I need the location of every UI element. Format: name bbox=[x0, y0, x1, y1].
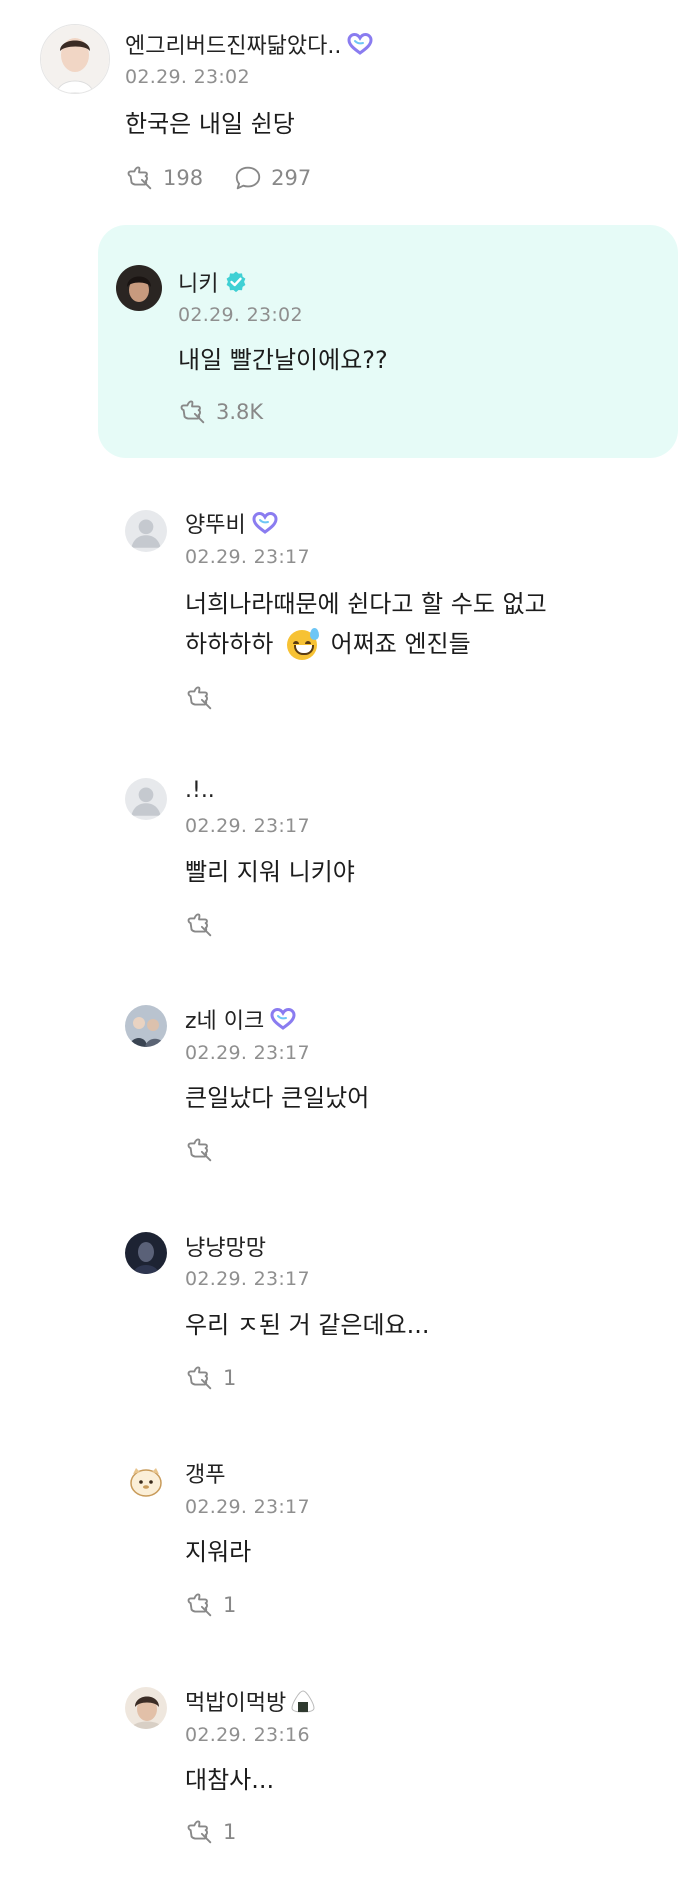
avatar[interactable] bbox=[116, 265, 162, 311]
comment-actions bbox=[185, 910, 253, 940]
reply-text: 내일 빨간날이에요?? bbox=[178, 346, 388, 374]
heart-badge-icon bbox=[252, 511, 278, 535]
comment-date: 02.29. 23:17 bbox=[185, 546, 310, 568]
like-button[interactable]: 1 bbox=[185, 1817, 236, 1847]
comment-button[interactable]: 297 bbox=[233, 163, 311, 193]
avatar[interactable] bbox=[125, 1232, 167, 1274]
comment-text: 너희나라때문에 쉰다고 할 수도 없고 하하하하 어쩌죠 엔진들 bbox=[185, 584, 547, 664]
post-text: 한국은 내일 쉰당 bbox=[125, 110, 295, 138]
default-avatar-icon bbox=[125, 510, 167, 552]
comment-actions: 1 bbox=[185, 1817, 266, 1847]
author-name: 먹밥이먹방 bbox=[185, 1691, 287, 1716]
comment-actions bbox=[185, 1135, 253, 1165]
comment-text: 지워라 bbox=[185, 1538, 252, 1566]
like-count: 1 bbox=[223, 1366, 237, 1390]
avatar[interactable] bbox=[125, 1005, 167, 1047]
comment-text: 우리 ㅈ된 거 같은데요... bbox=[185, 1311, 430, 1339]
like-icon bbox=[185, 1135, 215, 1165]
reply-date: 02.29. 23:02 bbox=[178, 304, 303, 326]
heart-badge-icon bbox=[270, 1007, 296, 1031]
like-button[interactable] bbox=[185, 910, 223, 940]
heart-badge-icon bbox=[347, 32, 373, 56]
comment-actions bbox=[185, 683, 253, 713]
comment-date: 02.29. 23:17 bbox=[185, 1042, 310, 1064]
avatar[interactable] bbox=[125, 1687, 167, 1729]
comment-actions: 1 bbox=[185, 1590, 266, 1620]
like-count: 198 bbox=[163, 166, 204, 190]
author-name: .!.. bbox=[185, 778, 215, 803]
comment-icon bbox=[233, 163, 263, 193]
reply-author[interactable]: 니키 bbox=[178, 266, 248, 298]
comment-author[interactable]: z네 이크 bbox=[185, 1003, 296, 1035]
verified-icon bbox=[227, 271, 246, 293]
author-name: z네 이크 bbox=[185, 1009, 265, 1034]
like-button[interactable]: 1 bbox=[185, 1363, 236, 1393]
author-name: 엔그리버드진짜닮았다.. bbox=[125, 34, 342, 59]
like-count: 3.8K bbox=[216, 400, 264, 424]
like-icon bbox=[185, 1590, 215, 1620]
comment-text: 큰일났다 큰일났어 bbox=[185, 1084, 370, 1112]
like-icon bbox=[185, 1363, 215, 1393]
comment-author[interactable]: .!.. bbox=[185, 778, 215, 803]
like-icon bbox=[185, 683, 215, 713]
post-author[interactable]: 엔그리버드진짜닮았다.. bbox=[125, 28, 373, 60]
author-name: 갱푸 bbox=[185, 1463, 226, 1488]
sweat-smile-emoji-icon bbox=[286, 628, 319, 660]
default-avatar-icon bbox=[125, 778, 167, 820]
comment-text: 빨리 지워 니키야 bbox=[185, 858, 355, 886]
post-date: 02.29. 23:02 bbox=[125, 66, 250, 88]
like-icon bbox=[185, 1817, 215, 1847]
like-button[interactable] bbox=[185, 683, 223, 713]
comment-author[interactable]: 먹밥이먹방 bbox=[185, 1685, 316, 1717]
like-icon bbox=[178, 397, 208, 427]
like-button[interactable] bbox=[185, 1135, 223, 1165]
post-actions: 198 297 bbox=[125, 163, 341, 193]
comment-author[interactable]: 냥냥망망 bbox=[185, 1230, 266, 1262]
avatar[interactable] bbox=[40, 24, 110, 94]
comment-date: 02.29. 23:17 bbox=[185, 1268, 310, 1290]
like-button[interactable]: 3.8K bbox=[178, 397, 263, 427]
comment-date: 02.29. 23:17 bbox=[185, 1496, 310, 1518]
reply-actions: 3.8K bbox=[178, 397, 293, 427]
comment-text: 대참사... bbox=[185, 1766, 275, 1794]
onigiri-emoji-icon bbox=[291, 1690, 315, 1713]
author-name: 양뚜비 bbox=[185, 513, 246, 538]
author-name: 니키 bbox=[178, 272, 219, 297]
author-name: 냥냥망망 bbox=[185, 1236, 266, 1261]
comment-line: 하하하하 어쩌죠 엔진들 bbox=[185, 624, 547, 664]
comment-count: 297 bbox=[271, 166, 312, 190]
comment-date: 02.29. 23:17 bbox=[185, 815, 310, 837]
comment-author[interactable]: 양뚜비 bbox=[185, 507, 278, 539]
like-icon bbox=[125, 163, 155, 193]
comment-actions: 1 bbox=[185, 1363, 266, 1393]
avatar[interactable] bbox=[125, 510, 167, 552]
avatar[interactable] bbox=[125, 778, 167, 820]
like-button[interactable]: 198 bbox=[125, 163, 203, 193]
comment-date: 02.29. 23:16 bbox=[185, 1724, 310, 1746]
comment-text-part: 하하하하 bbox=[185, 630, 274, 658]
avatar[interactable] bbox=[125, 1460, 167, 1502]
like-count: 1 bbox=[223, 1820, 237, 1844]
like-icon bbox=[185, 910, 215, 940]
comment-line: 너희나라때문에 쉰다고 할 수도 없고 bbox=[185, 590, 547, 618]
comment-author[interactable]: 갱푸 bbox=[185, 1457, 225, 1489]
comment-text-part: 어쩌죠 엔진들 bbox=[330, 630, 471, 658]
like-button[interactable]: 1 bbox=[185, 1590, 236, 1620]
like-count: 1 bbox=[223, 1593, 237, 1617]
